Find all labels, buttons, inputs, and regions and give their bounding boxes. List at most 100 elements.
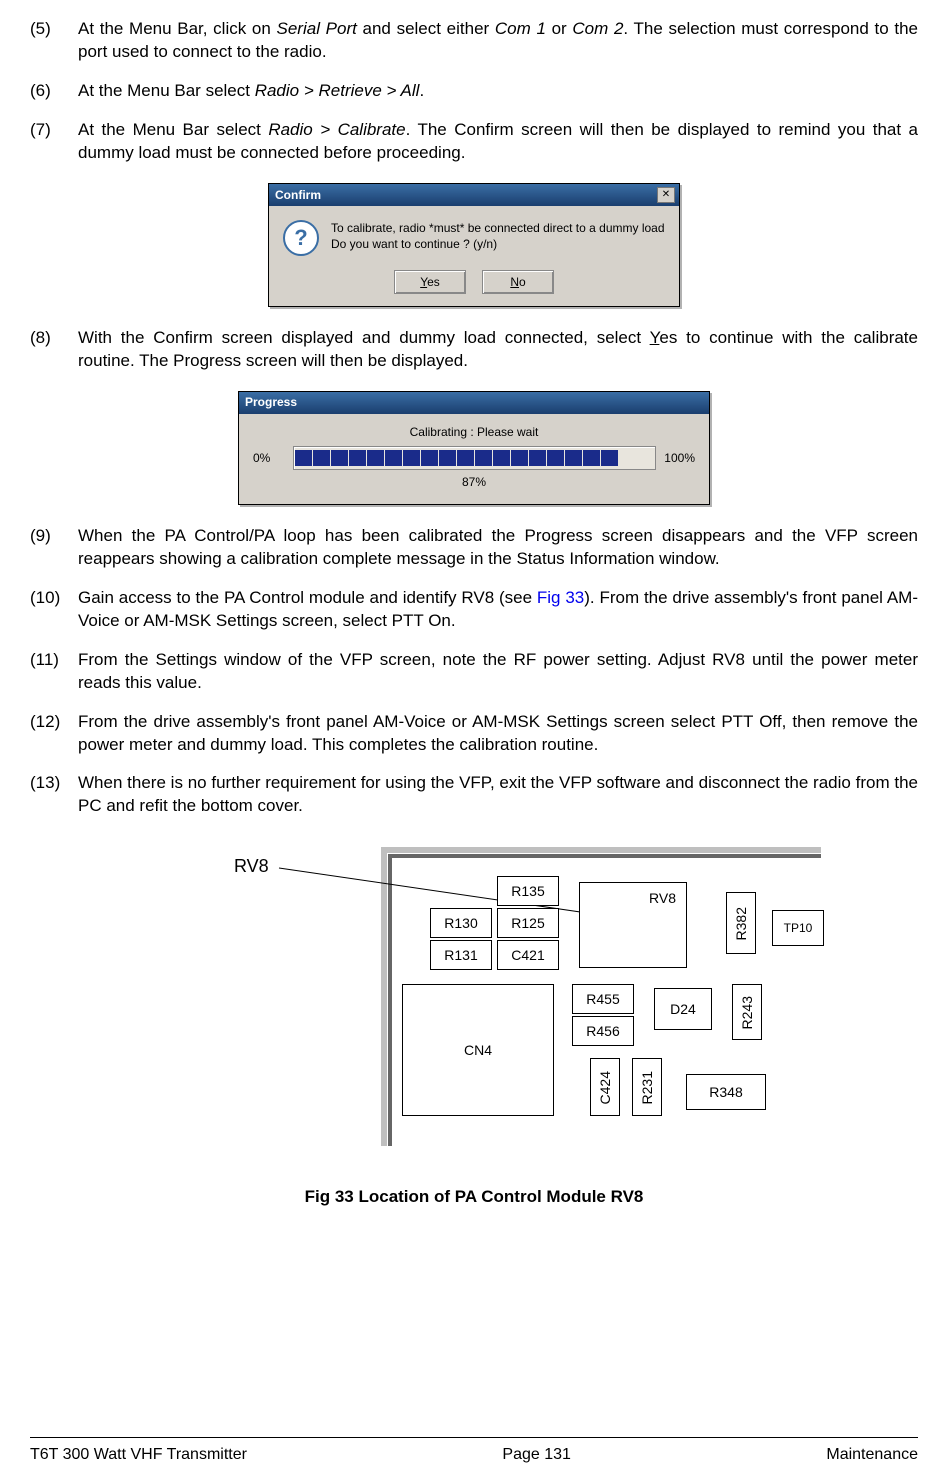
label: C424 <box>596 1071 615 1104</box>
yes-button[interactable]: Yes <box>394 270 466 294</box>
txt: At the Menu Bar, click on <box>78 19 277 38</box>
component-tp10: TP10 <box>772 910 824 946</box>
step-7: (7) At the Menu Bar select Radio > Calib… <box>30 119 918 165</box>
step-9: (9) When the PA Control/PA loop has been… <box>30 525 918 571</box>
footer-left: T6T 300 Watt VHF Transmitter <box>30 1444 247 1466</box>
progress-segment <box>529 450 546 466</box>
footer-rule <box>30 1437 918 1438</box>
dialog-title: Progress <box>243 394 297 410</box>
footer: T6T 300 Watt VHF Transmitter Page 131 Ma… <box>30 1444 918 1466</box>
progress-segment <box>349 450 366 466</box>
progress-dialog-figure: Progress Calibrating : Please wait 0% 10… <box>30 391 918 505</box>
label: R382 <box>732 907 751 940</box>
step-text: Gain access to the PA Control module and… <box>78 587 918 633</box>
accelerator-y: Y <box>650 328 660 347</box>
confirm-dialog: Confirm ✕ ? To calibrate, radio *must* b… <box>268 183 680 307</box>
step-5: (5) At the Menu Bar, click on Serial Por… <box>30 18 918 64</box>
progress-percent: 87% <box>253 470 695 498</box>
dialog-body: ? To calibrate, radio *must* be connecte… <box>269 206 679 262</box>
progress-segment <box>295 450 312 466</box>
progress-segment <box>601 450 618 466</box>
txt: or <box>546 19 572 38</box>
progress-segment <box>511 450 528 466</box>
step-text: From the drive assembly's front panel AM… <box>78 711 918 757</box>
confirm-dialog-figure: Confirm ✕ ? To calibrate, radio *must* b… <box>30 183 918 307</box>
step-13: (13) When there is no further requiremen… <box>30 772 918 818</box>
step-text: When there is no further requirement for… <box>78 772 918 818</box>
dialog-body: Calibrating : Please wait 0% 100% 87% <box>239 414 709 504</box>
dialog-line2: Do you want to continue ? (y/n) <box>331 236 665 252</box>
step-num: (10) <box>30 587 78 633</box>
fig33-caption: Fig 33 Location of PA Control Module RV8 <box>30 1186 918 1209</box>
txt: At the Menu Bar select <box>78 81 255 100</box>
component-r125: R125 <box>497 908 559 938</box>
component-r455: R455 <box>572 984 634 1014</box>
txt: o <box>519 275 526 289</box>
step-text: At the Menu Bar select Radio > Calibrate… <box>78 119 918 165</box>
step-num: (13) <box>30 772 78 818</box>
footer-right: Maintenance <box>826 1444 918 1466</box>
progress-0pct: 0% <box>253 450 285 466</box>
step-6: (6) At the Menu Bar select Radio > Retri… <box>30 80 918 103</box>
txt: and select either <box>357 19 495 38</box>
footer-center: Page 131 <box>502 1444 571 1466</box>
progress-dialog: Progress Calibrating : Please wait 0% 10… <box>238 391 710 505</box>
dialog-line1: To calibrate, radio *must* be connected … <box>331 220 665 236</box>
txt: . <box>419 81 424 100</box>
progress-segment <box>637 450 654 466</box>
txt: At the Menu Bar select <box>78 120 268 139</box>
progress-status: Calibrating : Please wait <box>253 424 695 440</box>
progress-segment <box>493 450 510 466</box>
component-r243: R243 <box>732 984 762 1040</box>
close-icon[interactable]: ✕ <box>657 187 675 203</box>
rv8-pointer-label: RV8 <box>234 854 269 878</box>
step-10: (10) Gain access to the PA Control modul… <box>30 587 918 633</box>
step-num: (11) <box>30 649 78 695</box>
progress-row: 0% 100% <box>253 446 695 470</box>
titlebar: Confirm ✕ <box>269 184 679 206</box>
dialog-text: To calibrate, radio *must* be connected … <box>331 220 665 256</box>
fig33-link[interactable]: Fig 33 <box>537 588 584 607</box>
question-icon: ? <box>283 220 319 256</box>
progress-segment <box>457 450 474 466</box>
progress-segment <box>439 450 456 466</box>
component-r131: R131 <box>430 940 492 970</box>
step-num: (6) <box>30 80 78 103</box>
progress-100pct: 100% <box>664 450 696 466</box>
step-text: At the Menu Bar select Radio > Retrieve … <box>78 80 918 103</box>
dialog-buttons: Yes No <box>269 262 679 306</box>
component-r456: R456 <box>572 1016 634 1046</box>
component-c421: C421 <box>497 940 559 970</box>
progress-segment <box>475 450 492 466</box>
progress-segment <box>331 450 348 466</box>
titlebar: Progress <box>239 392 709 414</box>
step-num: (7) <box>30 119 78 165</box>
component-d24: D24 <box>654 988 712 1030</box>
menu-calibrate: Radio > Calibrate <box>268 120 405 139</box>
fig33-diagram: RV8 R135 R130 R125 R131 C421 RV8 R382 TP… <box>124 836 824 1166</box>
step-num: (5) <box>30 18 78 64</box>
label: R243 <box>738 996 757 1029</box>
fig33-figure: RV8 R135 R130 R125 R131 C421 RV8 R382 TP… <box>30 836 918 1166</box>
step-num: (8) <box>30 327 78 373</box>
step-text: At the Menu Bar, click on Serial Port an… <box>78 18 918 64</box>
step-num: (12) <box>30 711 78 757</box>
progress-segment <box>565 450 582 466</box>
progress-segment <box>619 450 636 466</box>
txt: With the Confirm screen displayed and du… <box>78 328 650 347</box>
dialog-title: Confirm <box>273 187 321 203</box>
menu-com2: Com 2 <box>572 19 623 38</box>
progress-segment <box>367 450 384 466</box>
accel: N <box>510 275 519 289</box>
step-text: With the Confirm screen displayed and du… <box>78 327 918 373</box>
progress-segment <box>421 450 438 466</box>
component-r382: R382 <box>726 892 756 954</box>
progress-bar <box>293 446 656 470</box>
component-r348: R348 <box>686 1074 766 1110</box>
no-button[interactable]: No <box>482 270 554 294</box>
progress-segment <box>313 450 330 466</box>
component-r130: R130 <box>430 908 492 938</box>
step-text: From the Settings window of the VFP scre… <box>78 649 918 695</box>
step-11: (11) From the Settings window of the VFP… <box>30 649 918 695</box>
menu-com1: Com 1 <box>495 19 546 38</box>
